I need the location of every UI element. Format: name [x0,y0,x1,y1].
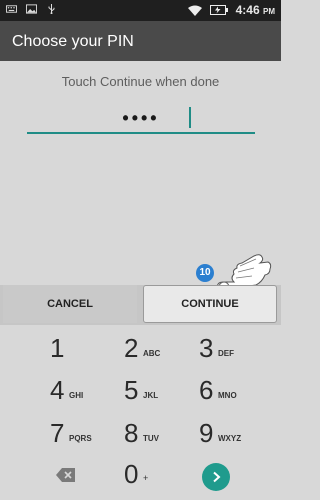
system-status: 4:46 PM [187,3,275,17]
key-letters: GHI [69,391,84,400]
clock-ampm: PM [263,7,275,16]
keyboard-icon [6,5,17,13]
key-digit: 2 [124,333,139,363]
key-7[interactable]: 7 PQRS [50,418,120,458]
key-0[interactable]: 0 + [124,459,194,499]
key-digit: 4 [50,375,65,405]
instruction-text: Touch Continue when done [61,74,220,89]
key-2[interactable]: 2 ABC [124,333,194,373]
key-digit: 0 [124,459,139,489]
key-letters: TUV [143,434,159,443]
pin-input[interactable]: •••• [27,104,255,134]
backspace-icon[interactable] [56,467,76,483]
pin-dots: •••• [122,108,160,128]
page-title: Choose your PIN [12,33,134,50]
app-bar: Choose your PIN [0,21,281,61]
key-digit: 7 [50,418,65,448]
numeric-keypad: 1 2 ABC 3 DEF 4 GHI 5 JKL 6 MNO 7 PQRS 8… [0,325,281,500]
wifi-icon [187,5,202,16]
key-letters: DEF [218,349,234,358]
key-digit: 6 [199,375,214,405]
key-8[interactable]: 8 TUV [124,418,194,458]
key-4[interactable]: 4 GHI [50,375,120,415]
clock: 4:46 PM [236,3,275,17]
clock-time: 4:46 [235,3,260,17]
key-digit: 8 [124,418,139,448]
key-plus: + [143,473,149,483]
cancel-button[interactable]: CANCEL [3,285,137,323]
key-digit: 5 [124,375,139,405]
key-digit: 3 [199,333,214,363]
button-bar: CANCEL CONTINUE [0,285,281,325]
usb-icon [48,4,55,14]
key-5[interactable]: 5 JKL [124,375,194,415]
notification-icons [6,4,57,14]
key-digit: 1 [50,333,65,363]
key-letters: JKL [143,391,159,400]
key-letters: ABC [143,349,161,358]
key-letters: PQRS [69,434,92,443]
image-icon [26,4,37,14]
key-letters: WXYZ [218,434,242,443]
continue-button[interactable]: CONTINUE [143,285,277,323]
text-cursor [189,107,191,128]
status-bar: 4:46 PM [0,0,281,21]
battery-charging-icon [209,5,228,15]
key-3[interactable]: 3 DEF [199,333,269,373]
chevron-right-icon [213,471,221,483]
next-button[interactable] [202,463,230,491]
key-digit: 9 [199,418,214,448]
key-6[interactable]: 6 MNO [199,375,269,415]
key-letters: MNO [218,391,237,400]
key-9[interactable]: 9 WXYZ [199,418,269,458]
key-1[interactable]: 1 [50,333,120,373]
